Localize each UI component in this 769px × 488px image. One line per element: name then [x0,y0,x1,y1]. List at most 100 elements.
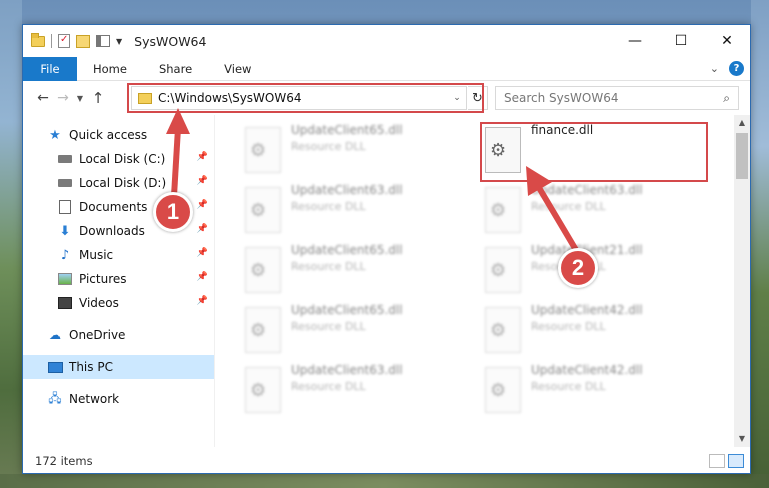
file-item[interactable]: UpdateClient63.dll Resource DLL [245,361,465,421]
quick-access-toolbar: ▼ [23,25,122,57]
tab-share[interactable]: Share [143,62,208,76]
tab-file[interactable]: File [23,56,77,81]
sidebar-item-music[interactable]: ♪ Music 📌 [23,243,214,267]
search-icon[interactable]: ⌕ [723,91,730,106]
tab-view[interactable]: View [208,62,267,76]
music-icon: ♪ [60,247,70,263]
computer-icon [47,360,63,374]
sidebar-item-onedrive[interactable]: ☁ OneDrive [23,323,214,347]
file-item[interactable]: UpdateClient42.dll Resource DLL [485,301,705,361]
sidebar-item-this-pc[interactable]: This PC [23,355,214,379]
address-bar[interactable]: C:\Windows\SysWOW64 ⌄ [131,86,467,110]
new-folder-icon[interactable] [76,34,90,48]
tab-home[interactable]: Home [77,62,143,76]
file-type: Resource DLL [531,320,606,333]
step-1-badge: 1 [153,192,193,232]
sidebar-item-label: Downloads [79,224,145,238]
pin-icon[interactable]: 📌 [197,176,208,186]
forward-button[interactable]: → [53,90,73,106]
customize-toolbar-chevron-icon[interactable]: ▼ [116,37,122,46]
sidebar-item-label: Local Disk (C:) [79,152,166,166]
pin-icon[interactable]: 📌 [197,248,208,258]
pin-icon[interactable]: 📌 [197,296,208,306]
window-title: SysWOW64 [134,33,207,49]
sidebar-item-videos[interactable]: Videos 📌 [23,291,214,315]
cloud-icon: ☁ [49,328,61,342]
explorer-body: ★ Quick access Local Disk (C:) 📌 Local D… [23,115,750,447]
sidebar-item-label: Local Disk (D:) [79,176,167,190]
details-view-icon[interactable] [709,454,725,468]
file-list: UpdateClient65.dll Resource DLL finance.d… [215,115,750,447]
file-name: UpdateClient63.dll [291,363,403,377]
navigation-pane: ★ Quick access Local Disk (C:) 📌 Local D… [23,115,215,447]
scroll-down-arrow-icon[interactable]: ▼ [734,431,750,447]
pin-icon[interactable]: 📌 [197,200,208,210]
dll-file-icon [485,187,521,233]
sidebar-item-pictures[interactable]: Pictures 📌 [23,267,214,291]
recent-locations-chevron-icon[interactable]: ▼ [73,94,87,103]
step-2-badge: 2 [558,248,598,288]
scrollbar-thumb[interactable] [736,133,748,179]
file-name: finance.dll [531,123,594,137]
address-path[interactable]: C:\Windows\SysWOW64 [158,91,448,105]
file-name: UpdateClient65.dll [291,123,403,137]
address-dropdown-chevron-icon[interactable]: ⌄ [448,93,466,103]
file-item[interactable]: UpdateClient65.dll Resource DLL [245,301,465,361]
file-name: UpdateClient63.dll [291,183,403,197]
dll-file-icon [485,367,521,413]
close-button[interactable]: ✕ [704,25,750,57]
file-type: Resource DLL [531,200,606,213]
star-icon: ★ [49,127,61,143]
file-item[interactable]: UpdateClient65.dll Resource DLL [245,241,465,301]
dll-file-icon [245,247,281,293]
view-options-icon[interactable] [96,35,110,47]
desktop-background-left [0,0,22,488]
search-placeholder: Search SysWOW64 [504,91,619,105]
pin-icon[interactable]: 📌 [197,224,208,234]
download-icon: ⬇ [59,223,71,239]
sidebar-item-network[interactable]: 🖧 Network [23,387,214,411]
folder-icon [31,32,45,47]
vertical-scrollbar[interactable]: ▲ ▼ [734,115,750,447]
folder-icon [138,92,152,104]
up-button[interactable]: ↑ [87,89,109,107]
dll-file-icon [245,127,281,173]
search-input[interactable]: Search SysWOW64 ⌕ [495,86,739,110]
sidebar-item-label: Network [69,392,120,406]
network-icon: 🖧 [48,390,62,405]
sidebar-item-label: Videos [79,296,119,310]
large-icons-view-icon[interactable] [728,454,744,468]
sidebar-item-quick-access[interactable]: ★ Quick access [23,123,214,147]
file-item[interactable]: UpdateClient65.dll Resource DLL [245,121,465,181]
refresh-button[interactable]: ↻ [468,86,488,110]
help-icon[interactable]: ? [729,61,744,76]
sidebar-item-label: Music [79,248,114,262]
file-item-finance-dll[interactable]: finance.dll [485,121,705,181]
status-bar: 172 items [23,449,750,473]
minimize-button[interactable]: — [612,25,658,57]
file-item[interactable]: UpdateClient63.dll Resource DLL [485,181,705,241]
file-item[interactable]: UpdateClient63.dll Resource DLL [245,181,465,241]
properties-icon[interactable] [58,34,70,48]
maximize-button[interactable]: ☐ [658,25,704,57]
file-name: UpdateClient65.dll [291,303,403,317]
file-type: Resource DLL [531,380,606,393]
item-count: 172 items [35,454,93,468]
file-name: UpdateClient42.dll [531,303,643,317]
pin-icon[interactable]: 📌 [197,272,208,282]
sidebar-item-local-disk-c[interactable]: Local Disk (C:) 📌 [23,147,214,171]
sidebar-item-local-disk-d[interactable]: Local Disk (D:) 📌 [23,171,214,195]
scroll-up-arrow-icon[interactable]: ▲ [734,115,750,131]
file-name: UpdateClient65.dll [291,243,403,257]
explorer-window: ▼ SysWOW64 — ☐ ✕ File Home Share View ⌄ … [22,24,751,474]
pin-icon[interactable]: 📌 [197,152,208,162]
documents-icon [57,200,73,214]
sidebar-item-label: Quick access [69,128,148,142]
sidebar-item-label: This PC [69,360,113,374]
expand-ribbon-chevron-icon[interactable]: ⌄ [710,62,719,75]
file-type: Resource DLL [291,320,366,333]
back-button[interactable]: ← [33,90,53,106]
file-item[interactable]: UpdateClient42.dll Resource DLL [485,361,705,421]
dll-file-icon [245,187,281,233]
file-type: Resource DLL [291,380,366,393]
